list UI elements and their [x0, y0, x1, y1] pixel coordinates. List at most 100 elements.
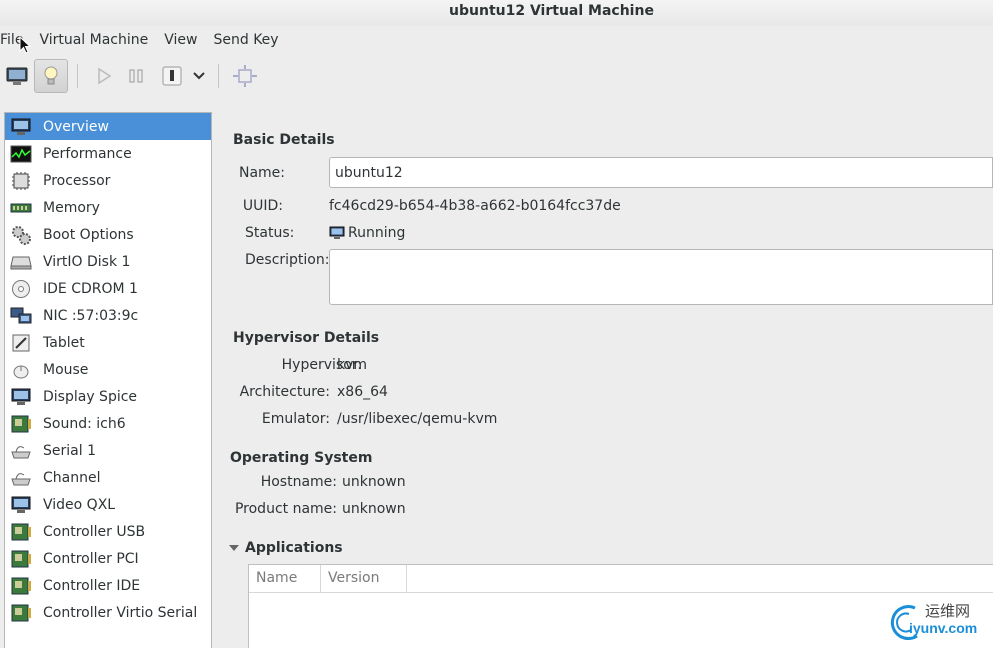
details-button[interactable]	[34, 59, 68, 93]
sidebar-item-label: Mouse	[43, 361, 89, 378]
applications-table-header: Name Version	[249, 565, 993, 593]
sidebar-item-label: Boot Options	[43, 226, 134, 243]
sidebar-item-label: Video QXL	[43, 496, 116, 513]
disk-icon	[9, 251, 33, 273]
controller-icon	[9, 575, 33, 597]
running-icon	[329, 226, 345, 239]
sidebar-item-processor[interactable]: Processor	[5, 167, 211, 194]
operating-system-title: Operating System	[230, 450, 373, 466]
console-button[interactable]	[2, 61, 32, 91]
sidebar-item-ide-cdrom[interactable]: IDE CDROM 1	[5, 275, 211, 302]
name-field[interactable]: ubuntu12	[329, 157, 993, 188]
pause-icon	[129, 69, 143, 83]
column-header-name[interactable]: Name	[249, 565, 321, 592]
menu-virtual-machine[interactable]: Virtual Machine	[39, 28, 148, 52]
sidebar-item-performance[interactable]: Performance	[5, 140, 211, 167]
sidebar-item-mouse[interactable]: Mouse	[5, 356, 211, 383]
architecture-label: Architecture:	[239, 384, 330, 400]
gears-icon	[9, 224, 33, 246]
mouse-cursor-icon	[19, 36, 31, 54]
hostname-value: unknown	[342, 474, 406, 490]
sidebar-item-label: Controller IDE	[43, 577, 141, 594]
channel-icon	[9, 467, 33, 489]
hypervisor-details-title: Hypervisor Details	[233, 330, 380, 346]
sidebar-item-label: Serial 1	[43, 442, 96, 459]
shutdown-button[interactable]	[157, 61, 187, 91]
toolbar-separator	[77, 64, 78, 88]
site-watermark: 运维网 iyunv.com	[887, 598, 987, 644]
sidebar-item-channel[interactable]: Channel	[5, 464, 211, 491]
applications-expander[interactable]: Applications	[228, 540, 343, 556]
sidebar-item-controller-usb[interactable]: Controller USB	[5, 518, 211, 545]
sidebar-item-label: Tablet	[43, 334, 85, 351]
description-field[interactable]	[329, 249, 993, 305]
emulator-value: /usr/libexec/qemu-kvm	[337, 411, 498, 427]
status-label: Status:	[245, 225, 295, 241]
expander-triangle-icon	[229, 545, 239, 551]
memory-icon	[9, 197, 33, 219]
sidebar-item-serial[interactable]: Serial 1	[5, 437, 211, 464]
sidebar-item-label: Controller USB	[43, 523, 146, 540]
hardware-list: Overview Performance Processor Memory Bo…	[4, 112, 212, 648]
sidebar-item-virtio-disk[interactable]: VirtIO Disk 1	[5, 248, 211, 275]
sidebar-item-nic[interactable]: NIC :57:03:9c	[5, 302, 211, 329]
sidebar-item-memory[interactable]: Memory	[5, 194, 211, 221]
lightbulb-icon	[44, 66, 58, 85]
sidebar-item-controller-ide[interactable]: Controller IDE	[5, 572, 211, 599]
sidebar-item-sound[interactable]: Sound: ich6	[5, 410, 211, 437]
play-icon	[98, 67, 112, 85]
emulator-label: Emulator:	[261, 411, 330, 427]
sidebar-item-label: IDE CDROM 1	[43, 280, 138, 297]
column-header-version[interactable]: Version	[321, 565, 407, 592]
sound-card-icon	[9, 413, 33, 435]
name-value: ubuntu12	[335, 165, 403, 181]
sidebar-item-label: Channel	[43, 469, 101, 486]
applications-title: Applications	[245, 540, 343, 556]
sidebar-item-label: Performance	[43, 145, 132, 162]
sidebar-item-controller-pci[interactable]: Controller PCI	[5, 545, 211, 572]
toolbar-separator	[218, 64, 219, 88]
sidebar-item-video-qxl[interactable]: Video QXL	[5, 491, 211, 518]
sidebar-item-label: NIC :57:03:9c	[43, 307, 139, 324]
chevron-down-icon	[193, 72, 205, 80]
controller-icon	[9, 521, 33, 543]
monitor-icon	[9, 116, 33, 138]
sidebar-item-label: Overview	[43, 118, 109, 135]
sidebar-item-label: Display Spice	[43, 388, 138, 405]
watermark-text-cn: 运维网	[925, 602, 971, 620]
sidebar-item-display-spice[interactable]: Display Spice	[5, 383, 211, 410]
basic-details-title: Basic Details	[233, 132, 335, 148]
product-name-value: unknown	[342, 501, 406, 517]
description-label: Description:	[245, 252, 330, 268]
chart-icon	[9, 143, 33, 165]
window-title: ubuntu12 Virtual Machine	[449, 3, 654, 19]
sidebar-item-boot-options[interactable]: Boot Options	[5, 221, 211, 248]
menu-send-key[interactable]: Send Key	[213, 28, 278, 52]
controller-icon	[9, 602, 33, 624]
run-button[interactable]	[89, 61, 119, 91]
video-icon	[9, 494, 33, 516]
sidebar-item-controller-virtio-serial[interactable]: Controller Virtio Serial	[5, 599, 211, 626]
name-label: Name:	[238, 165, 285, 181]
hypervisor-value: kvm	[337, 357, 368, 373]
details-panel: Basic Details Name: ubuntu12 UUID: fc46c…	[212, 112, 993, 648]
sidebar-item-overview[interactable]: Overview	[5, 113, 211, 140]
controller-icon	[9, 548, 33, 570]
display-icon	[9, 386, 33, 408]
hostname-label: Hostname:	[260, 474, 337, 490]
uuid-label: UUID:	[242, 198, 283, 214]
cpu-icon	[9, 170, 33, 192]
sidebar-item-tablet[interactable]: Tablet	[5, 329, 211, 356]
shutdown-menu-button[interactable]	[189, 61, 209, 91]
status-value: Running	[348, 225, 406, 241]
mouse-icon	[9, 359, 33, 381]
network-icon	[9, 305, 33, 327]
window-title-bar: ubuntu12 Virtual Machine	[0, 0, 993, 26]
uuid-value: fc46cd29-b654-4b38-a662-b0164fcc37de	[329, 198, 621, 214]
cdrom-icon	[9, 278, 33, 300]
menu-view[interactable]: View	[164, 28, 197, 52]
fullscreen-button[interactable]	[230, 61, 260, 91]
applications-table: Name Version	[248, 564, 993, 648]
pause-button[interactable]	[121, 61, 151, 91]
architecture-value: x86_64	[337, 384, 388, 400]
